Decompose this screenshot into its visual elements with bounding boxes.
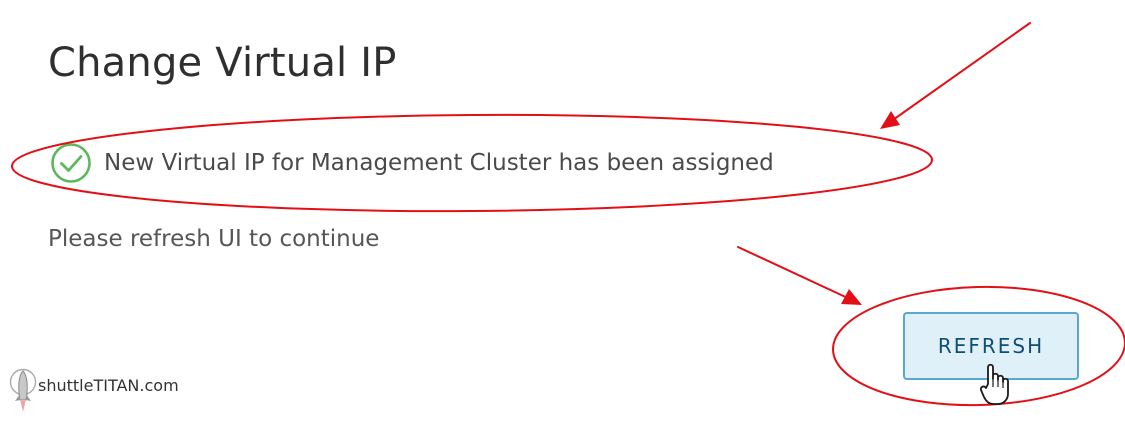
arrowhead-to-refresh [841, 289, 862, 305]
arrow-to-message [889, 22, 1031, 123]
rocket-icon [9, 368, 37, 412]
refresh-instruction: Please refresh UI to continue [48, 226, 380, 252]
success-message: New Virtual IP for Management Cluster ha… [104, 150, 774, 176]
check-circle-icon [51, 143, 91, 183]
hand-pointer-icon [979, 363, 1009, 405]
arrowhead-to-message [880, 111, 900, 129]
watermark: shuttleTITAN.com [8, 368, 179, 418]
arrow-to-refresh [737, 246, 853, 301]
watermark-text: shuttleTITAN.com [38, 375, 179, 395]
success-alert: New Virtual IP for Management Cluster ha… [50, 142, 774, 184]
dialog-title: Change Virtual IP [48, 40, 397, 86]
